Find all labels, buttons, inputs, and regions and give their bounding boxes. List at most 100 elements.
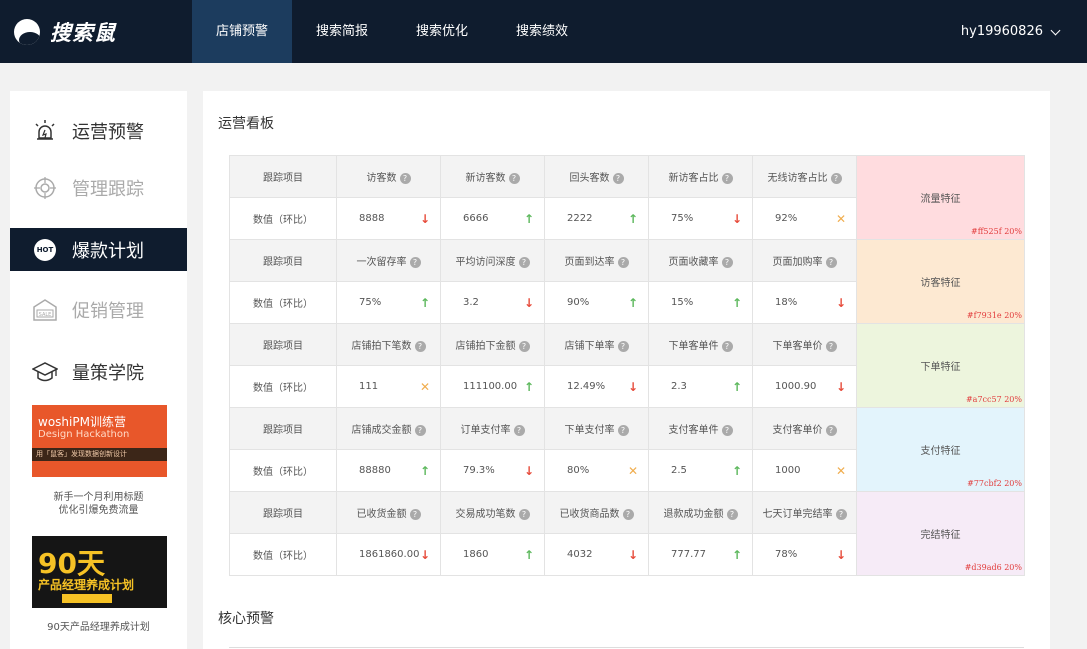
- metric-name: 已收货金额: [356, 509, 407, 520]
- metric-header: 已收货商品数?: [544, 491, 649, 534]
- sidebar-item-academy[interactable]: 量策学院: [10, 350, 187, 393]
- nav-tab-search-optimize[interactable]: 搜索优化: [392, 0, 492, 63]
- table-row: 跟踪项目 店铺拍下笔数? 店铺拍下金额? 店铺下单率? 下单客单件? 下单客单价? 下单特征…: [229, 323, 1025, 408]
- help-icon[interactable]: ?: [414, 424, 426, 436]
- metric-header: 订单支付率?: [440, 407, 545, 450]
- table-row: 跟踪项目 已收货金额? 交易成功笔数? 已收货商品数? 退款成功金额? 七天订单完结率? 完…: [229, 491, 1025, 576]
- metric-name: 退款成功金额: [663, 509, 724, 520]
- banner-title: 产品经理养成计划: [38, 578, 135, 592]
- metric-name: 一次留存率: [356, 257, 407, 268]
- arrow-down-icon: ↓: [419, 211, 430, 226]
- banner-caption-line: 优化引爆免费流量: [58, 505, 139, 516]
- promo-banner-pm-plan[interactable]: 90天 产品经理养成计划: [32, 536, 167, 608]
- help-icon[interactable]: ?: [518, 256, 530, 268]
- arrow-up-icon: ↑: [731, 379, 742, 394]
- help-icon[interactable]: ?: [721, 340, 733, 352]
- help-icon[interactable]: ?: [825, 256, 837, 268]
- help-icon[interactable]: ?: [409, 256, 421, 268]
- help-icon[interactable]: ?: [726, 508, 738, 520]
- metric-value-cell: 92% ✕: [752, 197, 857, 240]
- logo[interactable]: 搜索鼠: [14, 18, 116, 46]
- help-icon[interactable]: ?: [721, 172, 733, 184]
- row-header-label: 跟踪项目: [229, 239, 337, 282]
- row-value-label: 数值（环比）: [229, 197, 337, 240]
- metric-value: 12.49%: [567, 381, 606, 392]
- sidebar-item-label: 促销管理: [72, 300, 144, 322]
- metric-name: 七天订单完结率: [762, 509, 833, 520]
- metric-name: 新访客数: [465, 173, 506, 184]
- feature-label: 支付特征: [920, 446, 961, 457]
- sidebar-item-label: 爆款计划: [72, 240, 144, 262]
- row-value-label: 数值（环比）: [229, 449, 337, 492]
- arrow-up-icon: ↑: [731, 547, 742, 562]
- arrow-up-icon: ↑: [419, 463, 430, 478]
- help-icon[interactable]: ?: [518, 340, 530, 352]
- help-icon[interactable]: ?: [617, 340, 629, 352]
- nav-tab-search-brief[interactable]: 搜索简报: [292, 0, 392, 63]
- metric-header: 已收货金额?: [336, 491, 441, 534]
- help-icon[interactable]: ?: [612, 172, 624, 184]
- chevron-down-icon[interactable]: [1050, 25, 1061, 36]
- cross-icon: ✕: [835, 463, 846, 478]
- metric-value: 75%: [359, 297, 382, 308]
- help-icon[interactable]: ?: [825, 424, 837, 436]
- metric-header: 访客数?: [336, 155, 441, 198]
- feature-cell: 流量特征 #ff525f 20%: [856, 155, 1025, 240]
- nav-tab-store-alert[interactable]: 店铺预警: [192, 0, 293, 63]
- metric-name: 回头客数: [569, 173, 610, 184]
- arrow-down-icon: ↓: [523, 463, 534, 478]
- sidebar-item-management-tracking[interactable]: 管理跟踪: [10, 166, 187, 209]
- metric-value-cell: 2222 ↑: [544, 197, 649, 240]
- banner-decoration: [62, 594, 112, 603]
- metric-value-cell: 4032 ↓: [544, 533, 649, 576]
- help-icon[interactable]: ?: [721, 256, 733, 268]
- metric-header: 回头客数?: [544, 155, 649, 198]
- help-icon[interactable]: ?: [835, 508, 847, 520]
- color-note: #77cbf2 20%: [967, 479, 1022, 488]
- main-panel: 运营看板 跟踪项目 访客数? 新访客数? 回头客数? 新访客占比? 无线访客占比? 流量特征…: [203, 91, 1050, 649]
- metric-name: 订单支付率: [460, 425, 511, 436]
- help-icon[interactable]: ?: [513, 424, 525, 436]
- banner-caption[interactable]: 90天产品经理养成计划: [10, 621, 187, 634]
- help-icon[interactable]: ?: [518, 508, 530, 520]
- help-icon[interactable]: ?: [399, 172, 411, 184]
- arrow-up-icon: ↑: [523, 547, 534, 562]
- help-icon[interactable]: ?: [414, 340, 426, 352]
- metric-name: 店铺下单率: [564, 341, 615, 352]
- metric-value-cell: 15% ↑: [648, 281, 753, 324]
- feature-cell: 下单特征 #a7cc57 20%: [856, 323, 1025, 408]
- metric-name: 支付客单价: [772, 425, 823, 436]
- logo-text: 搜索鼠: [50, 21, 116, 45]
- metric-value-cell: 79.3% ↓: [440, 449, 545, 492]
- help-icon[interactable]: ?: [508, 172, 520, 184]
- help-icon[interactable]: ?: [409, 508, 421, 520]
- sidebar-item-hot-plan[interactable]: HOT 爆款计划: [10, 228, 187, 271]
- help-icon[interactable]: ?: [622, 508, 634, 520]
- help-icon[interactable]: ?: [830, 172, 842, 184]
- sidebar: 运营预警 管理跟踪 HOT 爆款计划 SALE 促销管理 量策学院 woshiP…: [10, 91, 187, 649]
- help-icon[interactable]: ?: [617, 256, 629, 268]
- metric-header: 交易成功笔数?: [440, 491, 545, 534]
- metric-value-cell: 12.49% ↓: [544, 365, 649, 408]
- table-row: 跟踪项目 一次留存率? 平均访问深度? 页面到达率? 页面收藏率? 页面加购率? 访客特征 #…: [229, 239, 1025, 324]
- top-nav-bar: 搜索鼠 店铺预警 搜索简报 搜索优化 搜索绩效 hy19960826: [0, 0, 1087, 63]
- help-icon[interactable]: ?: [617, 424, 629, 436]
- user-menu[interactable]: hy19960826: [961, 0, 1043, 63]
- row-header-label: 跟踪项目: [229, 407, 337, 450]
- metric-value-cell: 111 ✕: [336, 365, 441, 408]
- metric-value: 1861860.00: [359, 549, 420, 560]
- arrow-down-icon: ↓: [731, 211, 742, 226]
- dashboard-title: 运营看板: [218, 116, 274, 132]
- help-icon[interactable]: ?: [721, 424, 733, 436]
- color-note: #ff525f 20%: [971, 227, 1022, 236]
- metric-value: 2222: [567, 213, 593, 224]
- banner-caption[interactable]: 新手一个月利用标题 优化引爆免费流量: [10, 491, 187, 517]
- promo-banner-hackathon[interactable]: woshiPM训练营 Design Hackathon 用「鼠客」发现数据创新设…: [32, 405, 167, 477]
- sidebar-item-operation-alert[interactable]: 运营预警: [10, 109, 187, 152]
- help-icon[interactable]: ?: [825, 340, 837, 352]
- sidebar-item-promotion-management[interactable]: SALE 促销管理: [10, 288, 187, 331]
- row-value-label: 数值（环比）: [229, 365, 337, 408]
- metric-value-cell: 3.2 ↓: [440, 281, 545, 324]
- nav-tab-search-performance[interactable]: 搜索绩效: [492, 0, 592, 63]
- metric-value-cell: 6666 ↑: [440, 197, 545, 240]
